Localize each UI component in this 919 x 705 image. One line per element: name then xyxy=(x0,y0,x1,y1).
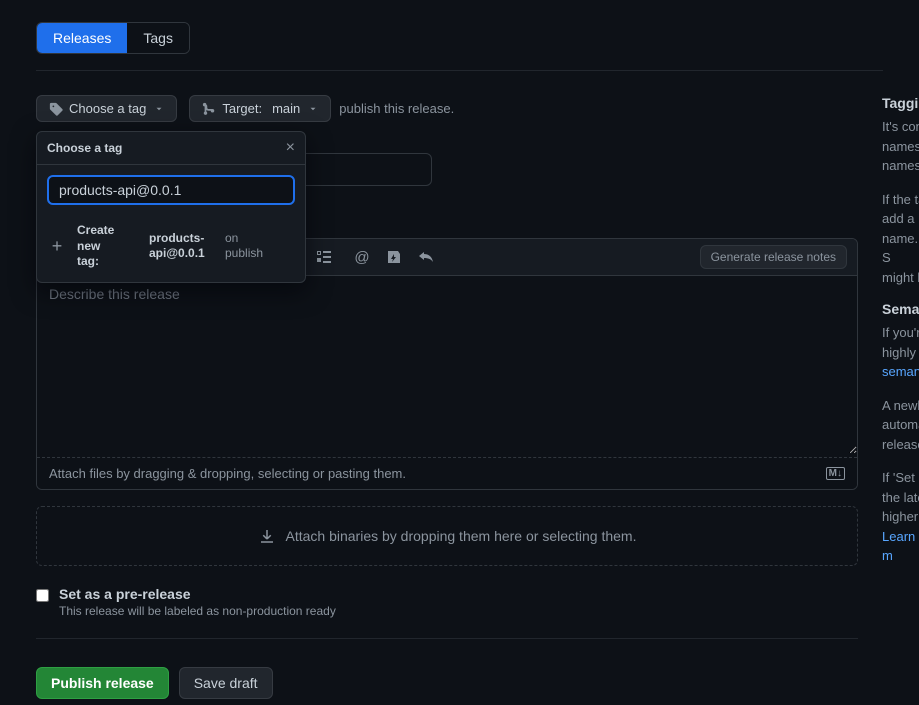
publish-release-button[interactable]: Publish release xyxy=(36,667,169,699)
popover-title: Choose a tag xyxy=(47,141,122,155)
create-tag-text: Create new xyxy=(77,223,139,254)
save-draft-button[interactable]: Save draft xyxy=(179,667,273,699)
target-button[interactable]: Target: main xyxy=(189,95,331,122)
branch-icon xyxy=(202,102,216,116)
sidebar-text: If you'rhighly rsemant xyxy=(882,323,919,382)
sidebar: Taggin It's connamesnames If the taadd a… xyxy=(882,95,919,699)
target-value: main xyxy=(272,101,300,116)
tag-search-input[interactable] xyxy=(47,175,295,205)
divider xyxy=(36,638,858,639)
tab-releases[interactable]: Releases xyxy=(37,23,127,53)
create-tag-name: products- xyxy=(149,231,215,247)
binaries-dropzone[interactable]: Attach binaries by dropping them here or… xyxy=(36,506,858,566)
caret-down-icon xyxy=(154,104,164,114)
caret-down-icon xyxy=(308,104,318,114)
attach-text: Attach files by dragging & dropping, sel… xyxy=(49,466,406,481)
target-label: Target: xyxy=(222,101,262,116)
create-tag-name: api@0.0.1 xyxy=(149,246,215,262)
create-tag-suffix: publish xyxy=(225,246,263,262)
publish-hint: publish this release. xyxy=(339,101,454,116)
close-icon[interactable]: × xyxy=(286,140,295,156)
tab-tags[interactable]: Tags xyxy=(127,23,189,53)
generate-notes-button[interactable]: Generate release notes xyxy=(700,245,847,269)
description-textarea[interactable] xyxy=(37,276,857,454)
divider xyxy=(36,70,883,71)
markdown-icon: M↓ xyxy=(826,467,845,480)
prerelease-label: Set as a pre-release xyxy=(59,586,336,602)
sidebar-text: If 'Set athe latehigherLearn m xyxy=(882,468,919,566)
prerelease-desc: This release will be labeled as non-prod… xyxy=(59,604,336,618)
create-tag-text: tag: xyxy=(77,254,139,270)
plus-icon: + xyxy=(47,236,67,256)
prerelease-checkbox[interactable] xyxy=(36,589,49,602)
learn-more-link[interactable]: Learn m xyxy=(882,529,915,564)
semver-link[interactable]: semant xyxy=(882,364,919,379)
sidebar-text: If the taadd a pname. Smight b xyxy=(882,190,919,288)
create-tag-option[interactable]: + Create new tag: products- api@0.0.1 on… xyxy=(37,215,305,282)
choose-tag-button[interactable]: Choose a tag xyxy=(36,95,177,122)
tag-icon xyxy=(49,102,63,116)
reference-icon[interactable] xyxy=(385,248,403,266)
sidebar-text: It's connamesnames xyxy=(882,117,919,176)
sidebar-text: A newlyautomarelease xyxy=(882,396,919,455)
tag-popover: Choose a tag × + Create new tag: product… xyxy=(36,131,306,283)
choose-tag-label: Choose a tag xyxy=(69,101,146,116)
sidebar-heading: Taggin xyxy=(882,95,919,111)
download-icon xyxy=(258,527,276,545)
tasklist-icon[interactable] xyxy=(315,248,333,266)
sidebar-heading: Seman xyxy=(882,301,919,317)
release-tabs: Releases Tags xyxy=(36,22,190,54)
mention-icon[interactable]: @ xyxy=(353,248,371,266)
dropzone-text: Attach binaries by dropping them here or… xyxy=(286,528,637,544)
create-tag-suffix: on xyxy=(225,231,263,247)
attach-bar[interactable]: Attach files by dragging & dropping, sel… xyxy=(37,457,857,489)
reply-icon[interactable] xyxy=(417,248,435,266)
